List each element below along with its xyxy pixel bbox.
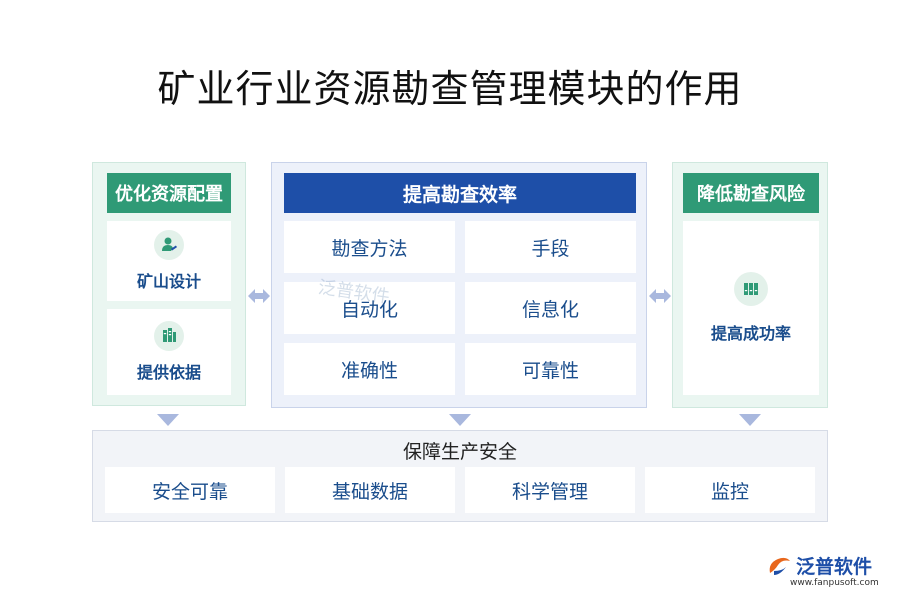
left-panel: 优化资源配置 矿山设计 提供依据 <box>92 162 246 406</box>
down-arrow-icon <box>157 414 179 426</box>
bottom-panel-title: 保障生产安全 <box>402 441 517 463</box>
brand-name: 泛普软件 <box>796 556 873 578</box>
down-arrow-icon <box>449 414 471 426</box>
double-arrow-icon <box>248 289 270 303</box>
bottom-cell: 监控 <box>645 467 815 513</box>
center-cell: 手段 <box>465 221 636 273</box>
user-edit-icon <box>154 230 184 260</box>
right-card-success-rate: 提高成功率 <box>683 221 819 395</box>
left-card-label: 矿山设计 <box>136 272 201 291</box>
right-panel-header: 降低勘查风险 <box>683 173 819 213</box>
brand-icon <box>769 557 790 575</box>
right-panel: 降低勘查风险 提高成功率 <box>672 162 828 408</box>
database-icon <box>154 321 184 351</box>
center-panel-header: 提高勘查效率 <box>284 173 636 213</box>
center-cell: 可靠性 <box>465 343 636 395</box>
binders-icon <box>734 272 768 306</box>
right-card-label: 提高成功率 <box>710 324 791 343</box>
center-cell: 勘查方法 <box>284 221 455 273</box>
brand-logo: 泛普软件 <box>766 552 872 579</box>
bottom-panel: 保障生产安全 安全可靠 基础数据 科学管理 监控 <box>92 430 828 522</box>
double-arrow-icon <box>649 289 671 303</box>
bottom-cell: 科学管理 <box>465 467 635 513</box>
left-panel-header: 优化资源配置 <box>107 173 231 213</box>
bottom-cell: 基础数据 <box>285 467 455 513</box>
down-arrow-icon <box>739 414 761 426</box>
center-cell: 信息化 <box>465 282 636 334</box>
center-cell: 准确性 <box>284 343 455 395</box>
page-title: 矿业行业资源勘查管理模块的作用 <box>157 67 743 111</box>
left-card-label: 提供依据 <box>136 363 201 382</box>
bottom-cell: 安全可靠 <box>105 467 275 513</box>
left-card-provide-basis: 提供依据 <box>107 309 231 395</box>
left-card-mine-design: 矿山设计 <box>107 221 231 301</box>
brand-url: www.fanpusoft.com <box>790 578 879 588</box>
